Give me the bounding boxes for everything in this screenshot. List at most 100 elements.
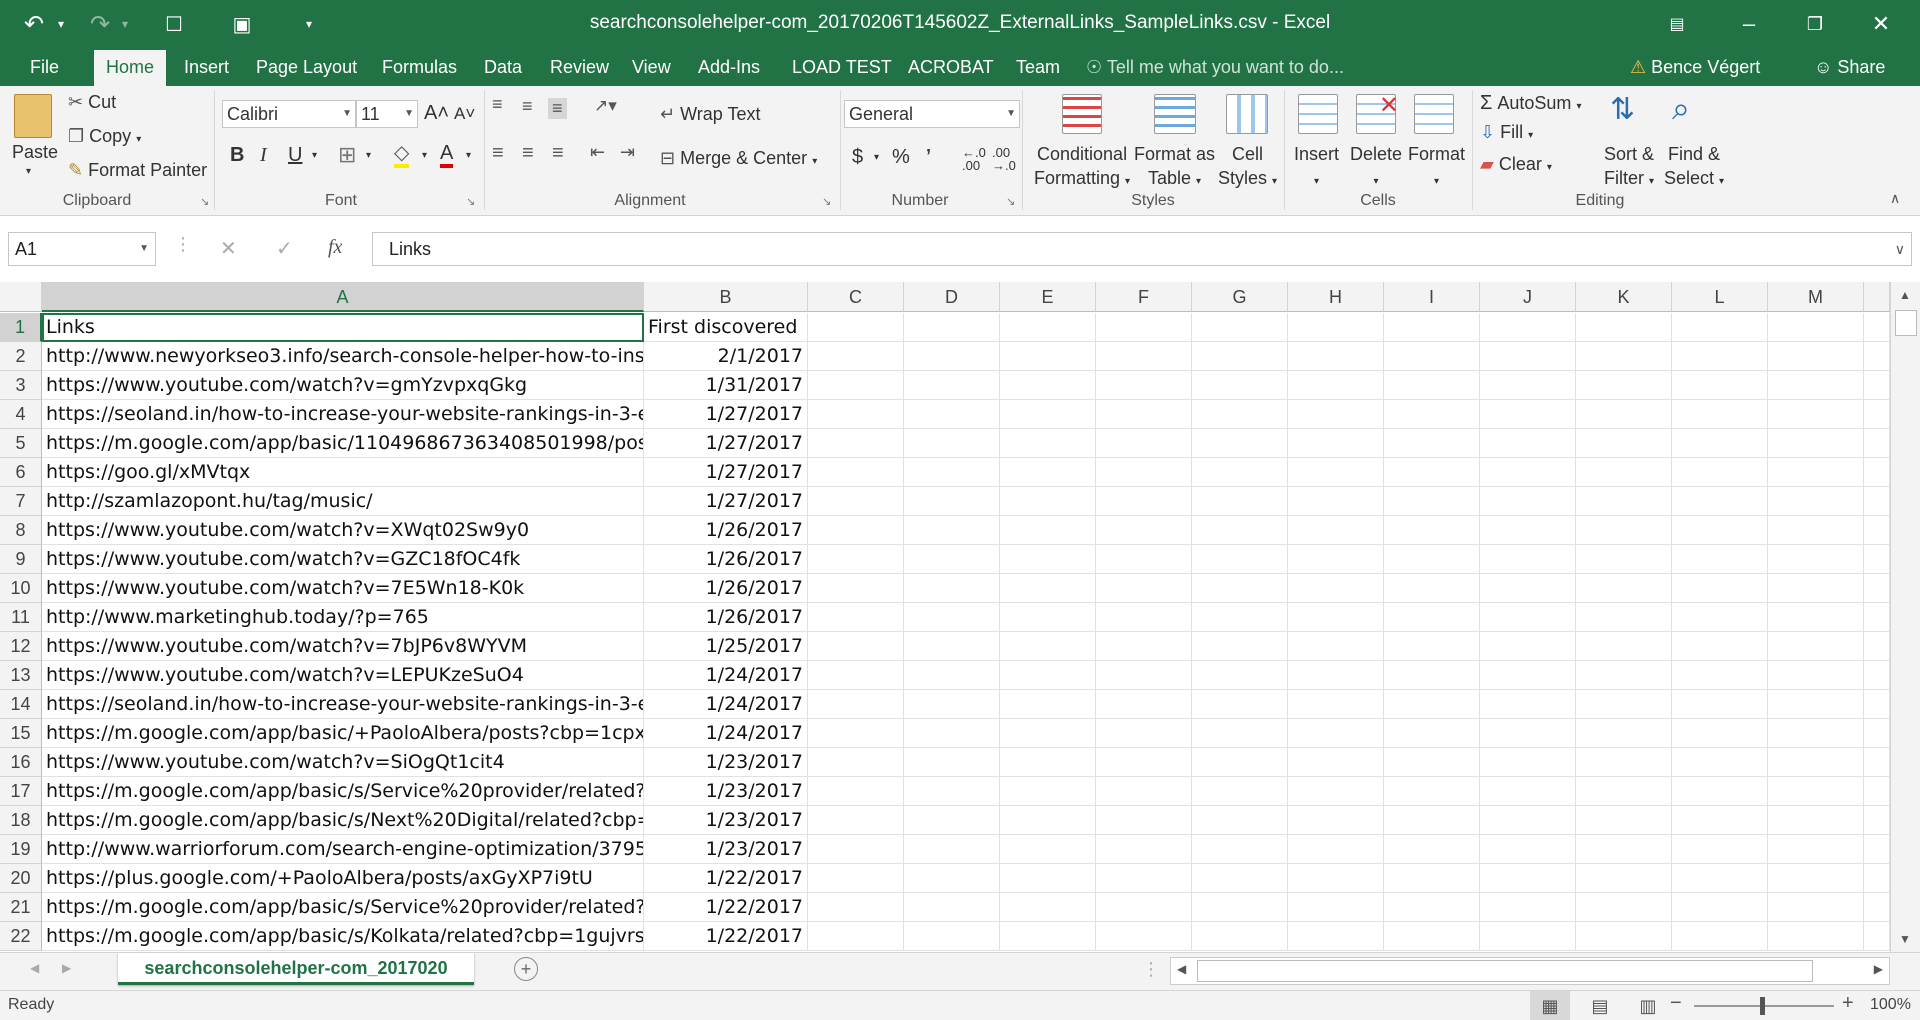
cell-empty[interactable] <box>1000 313 1096 342</box>
cell-empty[interactable] <box>1096 545 1192 574</box>
horizontal-scroll-thumb[interactable] <box>1197 960 1813 982</box>
user-account[interactable]: ⚠ Bence Végert <box>1630 48 1760 86</box>
cell-link[interactable]: https://www.youtube.com/watch?v=SiOgQt1c… <box>42 748 644 777</box>
cell-empty[interactable] <box>1384 400 1480 429</box>
tell-me-box[interactable]: ☉ Tell me what you want to do... <box>1086 48 1344 86</box>
font-size-combo[interactable]: 11 ▼ <box>356 100 418 128</box>
cell-link[interactable]: Links <box>42 313 644 342</box>
underline-dropdown-icon[interactable]: ▾ <box>312 150 317 161</box>
cell-empty[interactable] <box>1384 603 1480 632</box>
conditional-formatting-icon[interactable] <box>1062 94 1102 134</box>
row-header[interactable]: 7 <box>0 487 42 516</box>
cell-empty[interactable] <box>904 719 1000 748</box>
cell-link[interactable]: https://www.youtube.com/watch?v=XWqt02Sw… <box>42 516 644 545</box>
close-icon[interactable]: ✕ <box>1848 0 1914 48</box>
row-header[interactable]: 2 <box>0 342 42 371</box>
cell-empty[interactable] <box>1864 748 1890 777</box>
column-header-i[interactable]: I <box>1384 282 1480 312</box>
cell-empty[interactable] <box>1192 661 1288 690</box>
confirm-entry-icon[interactable]: ✓ <box>276 236 293 261</box>
row-header[interactable]: 1 <box>0 313 42 342</box>
cell-empty[interactable] <box>1192 313 1288 342</box>
format-cells-button[interactable]: Format ▾ <box>1408 142 1465 194</box>
vertical-scroll-thumb[interactable] <box>1895 310 1917 336</box>
tab-acrobat[interactable]: ACROBAT <box>908 48 994 86</box>
cell-empty[interactable] <box>1768 429 1864 458</box>
cell-first-discovered[interactable]: 1/31/2017 <box>644 371 808 400</box>
cell-empty[interactable] <box>1096 516 1192 545</box>
fill-color-icon[interactable]: ◇ <box>394 142 410 168</box>
cell-empty[interactable] <box>1480 516 1576 545</box>
cell-empty[interactable] <box>1096 748 1192 777</box>
cell-empty[interactable] <box>1000 661 1096 690</box>
cell-empty[interactable] <box>1576 893 1672 922</box>
cell-link[interactable]: https://m.google.com/app/basic/s/Service… <box>42 893 644 922</box>
tab-page-layout[interactable]: Page Layout <box>256 48 357 86</box>
copy-button[interactable]: ❐ Copy ▾ <box>68 126 141 147</box>
cell-empty[interactable] <box>1864 603 1890 632</box>
row-header[interactable]: 16 <box>0 748 42 777</box>
column-header-e[interactable]: E <box>1000 282 1096 312</box>
cell-empty[interactable] <box>1288 835 1384 864</box>
cell-first-discovered[interactable]: 1/26/2017 <box>644 545 808 574</box>
cell-empty[interactable] <box>1096 893 1192 922</box>
currency-icon[interactable]: $ <box>852 146 863 169</box>
cell-empty[interactable] <box>1768 835 1864 864</box>
cell-empty[interactable] <box>904 371 1000 400</box>
cell-link[interactable]: https://seoland.in/how-to-increase-your-… <box>42 690 644 719</box>
cell-empty[interactable] <box>1288 487 1384 516</box>
tab-data[interactable]: Data <box>484 48 522 86</box>
tab-add-ins[interactable]: Add-Ins <box>698 48 760 86</box>
align-middle-icon[interactable]: ≡ <box>522 96 533 117</box>
column-header-b[interactable]: B <box>644 282 808 312</box>
cell-empty[interactable] <box>1768 342 1864 371</box>
cell-empty[interactable] <box>1768 487 1864 516</box>
cell-empty[interactable] <box>1000 864 1096 893</box>
grow-font-icon[interactable]: A˄ <box>424 102 449 125</box>
cell-empty[interactable] <box>1576 458 1672 487</box>
cell-empty[interactable] <box>1288 545 1384 574</box>
cell-empty[interactable] <box>1672 748 1768 777</box>
cell-first-discovered[interactable]: 1/25/2017 <box>644 632 808 661</box>
cell-empty[interactable] <box>904 835 1000 864</box>
cell-empty[interactable] <box>1192 922 1288 951</box>
cell-empty[interactable] <box>1480 777 1576 806</box>
font-color-icon[interactable]: A <box>440 142 454 168</box>
cell-link[interactable]: https://m.google.com/app/basic/s/Next%20… <box>42 806 644 835</box>
cell-empty[interactable] <box>1768 313 1864 342</box>
cell-empty[interactable] <box>1096 922 1192 951</box>
find-icon[interactable]: ⌕ <box>1672 90 1690 128</box>
cell-empty[interactable] <box>1576 574 1672 603</box>
cell-link[interactable]: https://plus.google.com/+PaoloAlbera/pos… <box>42 864 644 893</box>
cell-link[interactable]: https://m.google.com/app/basic/+PaoloAlb… <box>42 719 644 748</box>
cell-link[interactable]: https://m.google.com/app/basic/110496867… <box>42 429 644 458</box>
cell-empty[interactable] <box>1096 487 1192 516</box>
scroll-right-icon[interactable]: ▶ <box>1874 962 1883 976</box>
cell-empty[interactable] <box>1096 458 1192 487</box>
cell-empty[interactable] <box>1000 835 1096 864</box>
cell-first-discovered[interactable]: 1/24/2017 <box>644 690 808 719</box>
orientation-icon[interactable]: ↗▾ <box>594 96 617 116</box>
insert-cells-button[interactable]: Insert ▾ <box>1294 142 1339 194</box>
cell-link[interactable]: https://m.google.com/app/basic/s/Kolkata… <box>42 922 644 951</box>
cell-first-discovered[interactable]: 1/23/2017 <box>644 777 808 806</box>
cell-empty[interactable] <box>1096 429 1192 458</box>
cell-empty[interactable] <box>904 342 1000 371</box>
clear-button[interactable]: ▰ Clear ▾ <box>1480 154 1552 175</box>
cell-empty[interactable] <box>808 545 904 574</box>
cell-link[interactable]: https://www.youtube.com/watch?v=GZC18fOC… <box>42 545 644 574</box>
cell-first-discovered[interactable]: 1/24/2017 <box>644 719 808 748</box>
shrink-font-icon[interactable]: A˅ <box>454 104 475 124</box>
cell-empty[interactable] <box>1192 632 1288 661</box>
cell-empty[interactable] <box>1864 342 1890 371</box>
cell-empty[interactable] <box>904 922 1000 951</box>
cell-styles-button[interactable]: Cell Styles ▾ <box>1218 142 1277 194</box>
cell-empty[interactable] <box>1000 893 1096 922</box>
format-cells-icon[interactable] <box>1414 94 1454 134</box>
cell-empty[interactable] <box>1480 806 1576 835</box>
cell-empty[interactable] <box>1288 516 1384 545</box>
prev-sheet-icon[interactable]: ◀ <box>30 961 39 975</box>
align-right-icon[interactable]: ≡ <box>552 142 564 165</box>
cell-empty[interactable] <box>1672 603 1768 632</box>
paste-icon[interactable] <box>14 94 52 138</box>
